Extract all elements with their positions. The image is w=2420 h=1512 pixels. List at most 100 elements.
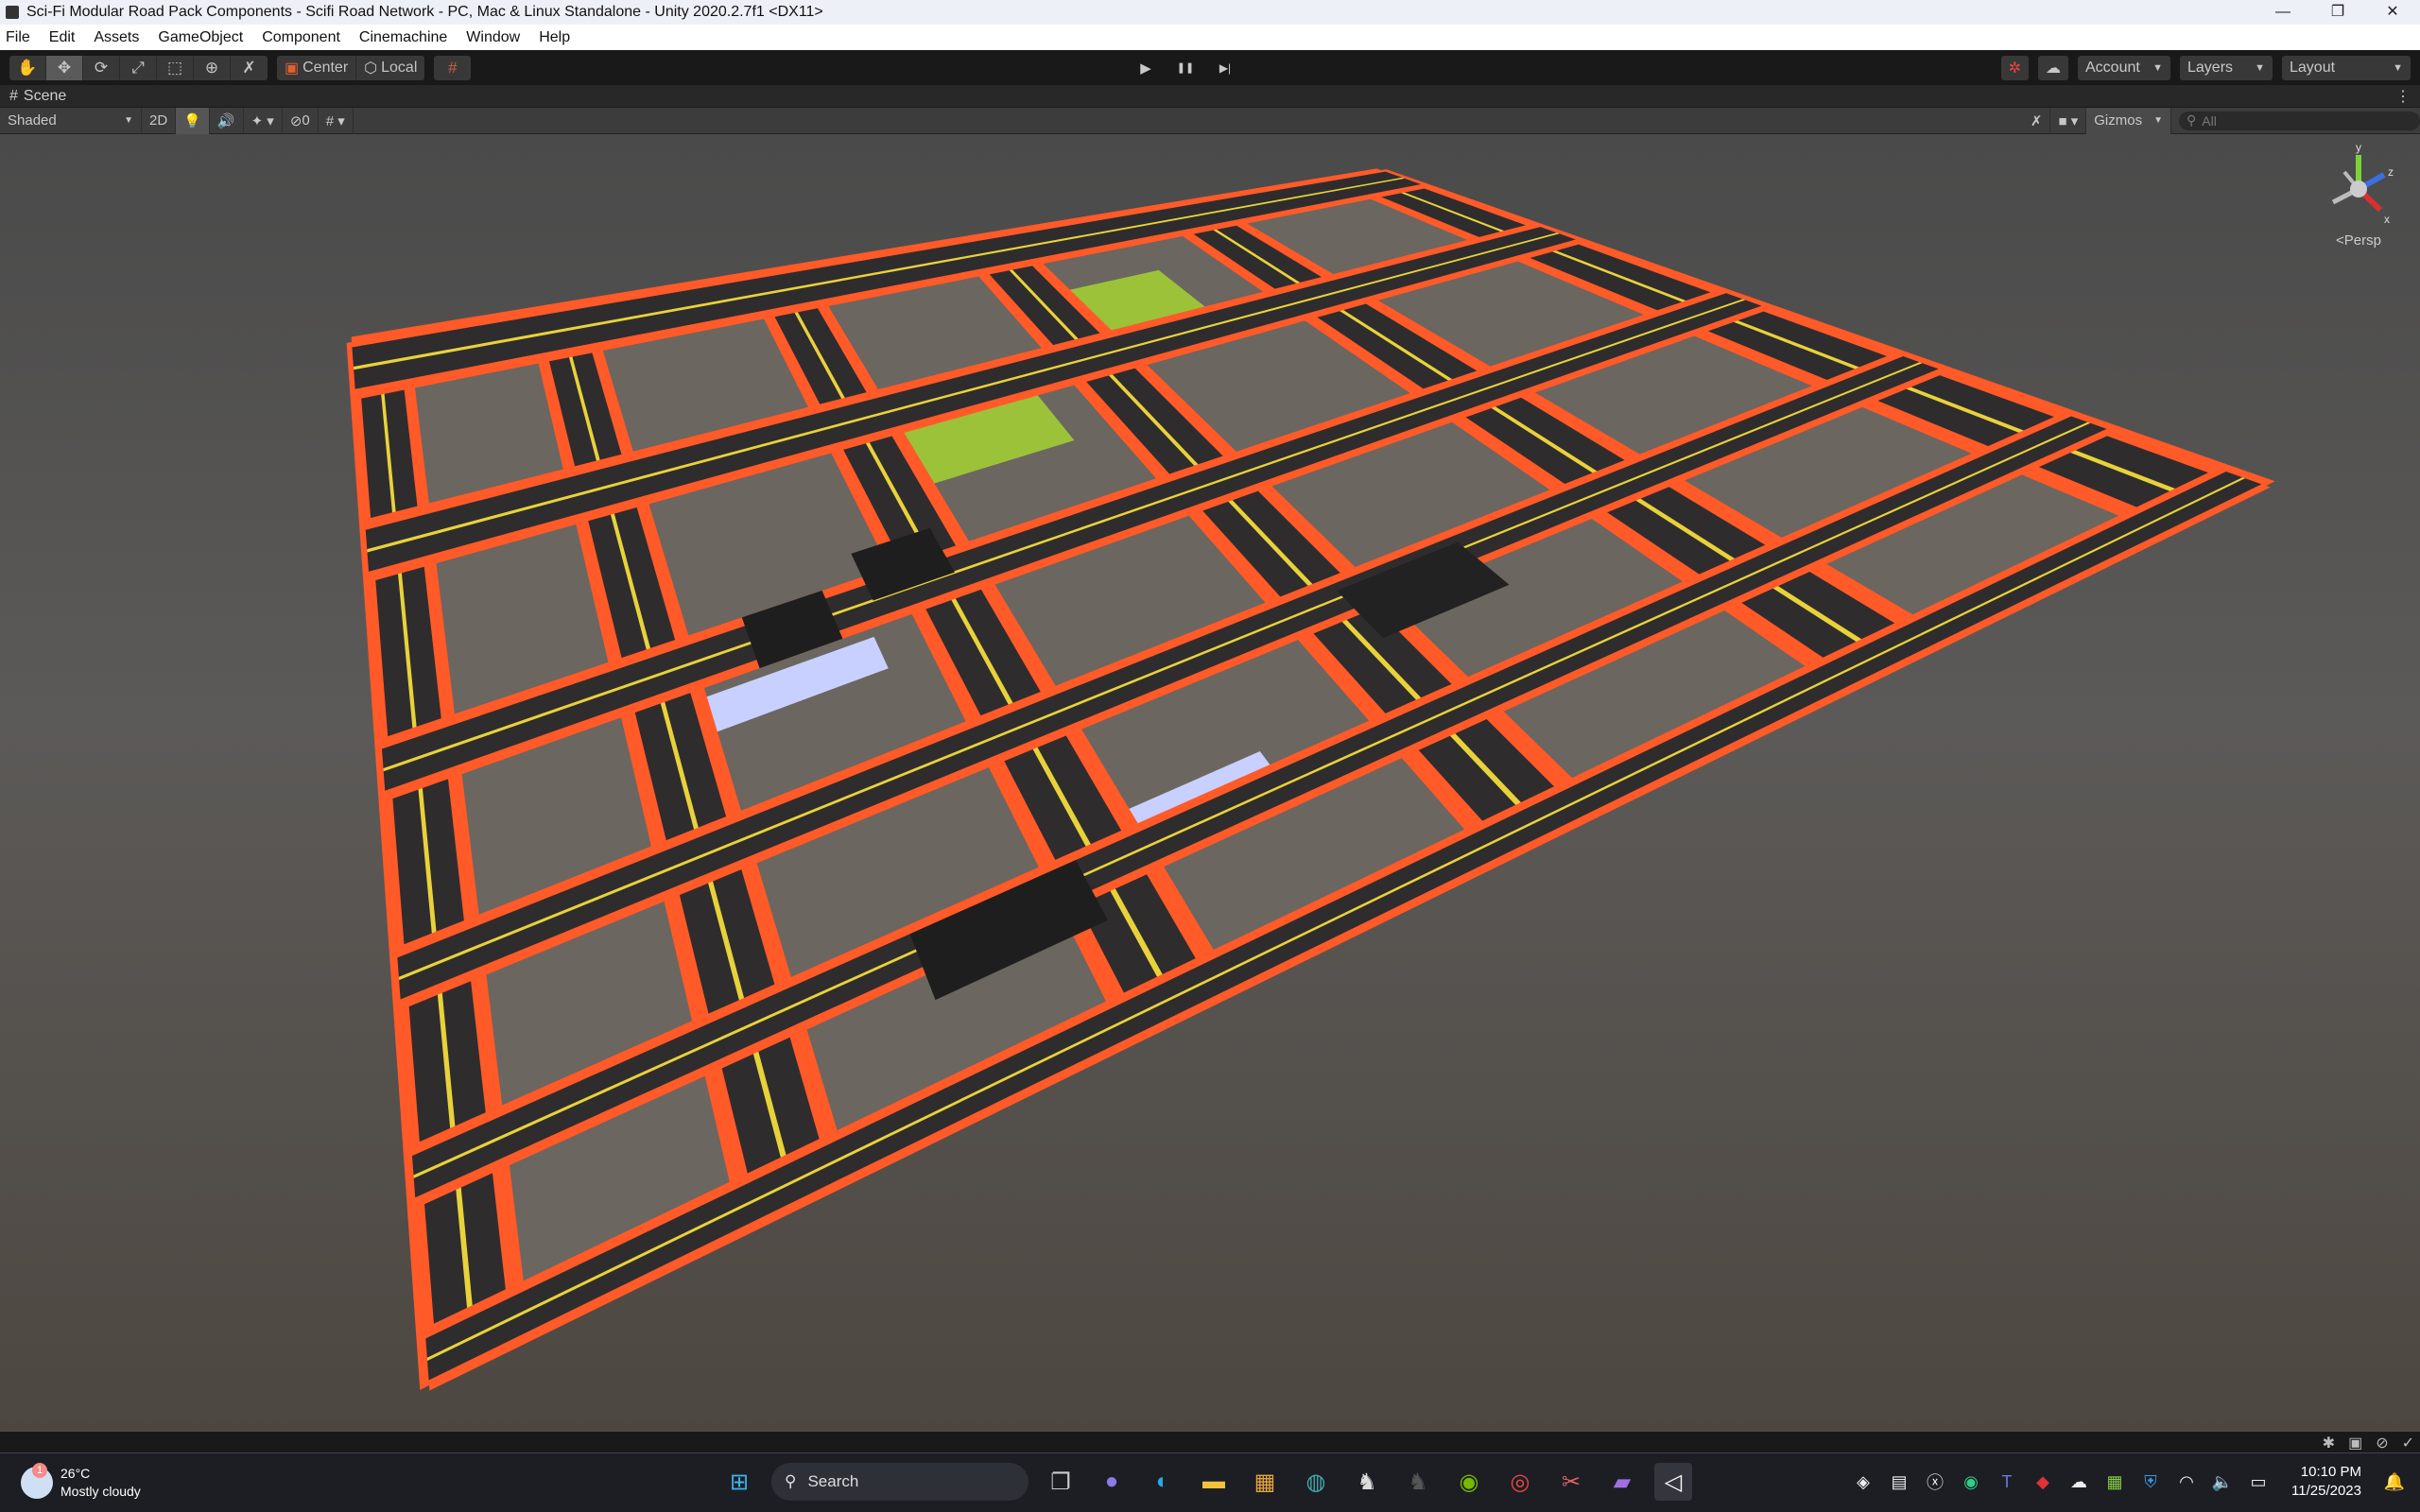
play-button[interactable]: ▶ — [1128, 56, 1164, 80]
scene-tab-label: Scene — [23, 87, 67, 104]
camera-dropdown-icon[interactable]: ■ ▾ — [2050, 107, 2087, 134]
rotate-tool-icon[interactable]: ⟳ — [83, 55, 120, 80]
grid-toggle-icon[interactable]: # ▾ — [319, 107, 354, 134]
move-tool-icon[interactable]: ✥ — [46, 55, 83, 80]
pause-button[interactable]: ❚❚ — [1167, 56, 1203, 80]
menu-cinemachine[interactable]: Cinemachine — [359, 29, 447, 46]
unity-hub-tray-icon[interactable]: ◈ — [1851, 1472, 1876, 1492]
grid-snap-icon[interactable]: # — [434, 56, 471, 80]
title-bar: Sci-Fi Modular Road Pack Components - Sc… — [0, 0, 2420, 25]
axis-x-label: x — [2384, 213, 2390, 226]
collab-icon[interactable]: ✲ — [2000, 55, 2029, 80]
edge-icon[interactable]: ◐ — [1144, 1463, 1182, 1501]
hand-tool-icon[interactable]: ✋ — [9, 55, 46, 80]
wifi-icon[interactable]: ◠ — [2174, 1472, 2199, 1492]
hidden-count: 0 — [302, 112, 310, 129]
unity-taskbar-icon[interactable]: ◁ — [1654, 1463, 1692, 1501]
alien-dark-icon[interactable]: ♞ — [1399, 1463, 1437, 1501]
chrome-icon[interactable]: ◎ — [1501, 1463, 1539, 1501]
notification-bell-icon[interactable]: 🔔 — [2382, 1472, 2407, 1492]
tools-icon[interactable]: ✗ — [2023, 107, 2051, 134]
account-label: Account — [2085, 59, 2140, 76]
taskbar-search-label: Search — [807, 1472, 859, 1490]
layout-dropdown[interactable]: Layout ▼ — [2282, 55, 2411, 80]
battery-icon[interactable]: ▭ — [2246, 1472, 2271, 1492]
scene-viewport[interactable]: y z x <Persp — [0, 134, 2420, 1432]
minimize-button[interactable]: — — [2256, 0, 2310, 25]
menu-gameobject[interactable]: GameObject — [158, 29, 243, 46]
2d-toggle[interactable]: 2D — [142, 107, 177, 134]
bug-icon[interactable]: ✱ — [2323, 1434, 2335, 1452]
step-button[interactable]: ▶| — [1207, 56, 1243, 80]
menu-help[interactable]: Help — [539, 29, 570, 46]
search-icon: ⚲ — [2187, 112, 2197, 128]
axis-gizmo-icon: y z x — [2331, 141, 2394, 226]
menu-bar: File Edit Assets GameObject Component Ci… — [0, 25, 2420, 50]
playmode-controls: ▶ ❚❚ ▶| — [1128, 50, 1243, 85]
gizmos-label: Gizmos — [2094, 112, 2143, 129]
hidden-objects-toggle[interactable]: ⊘ 0 — [283, 107, 319, 134]
gizmos-dropdown[interactable]: Gizmos ▼ — [2086, 107, 2171, 134]
teams-icon[interactable]: T — [1995, 1472, 2019, 1492]
pivot-local-toggle[interactable]: ⬡ Local — [356, 56, 424, 80]
browser-app-icon[interactable]: ◍ — [1297, 1463, 1335, 1501]
teams-chat-icon[interactable]: ● — [1093, 1463, 1131, 1501]
pivot-center-toggle[interactable]: ▣ Center — [277, 55, 357, 80]
layers-dropdown[interactable]: Layers ▼ — [2180, 55, 2273, 80]
volume-icon[interactable]: 🔈 — [2210, 1472, 2235, 1492]
lighting-toggle-icon[interactable]: 💡 — [176, 107, 210, 134]
temperature: 26°C — [60, 1466, 91, 1481]
scene-search-input[interactable]: ⚲ All — [2179, 111, 2420, 130]
menu-file[interactable]: File — [6, 29, 30, 46]
unity-app-icon — [6, 6, 19, 19]
xbox-icon[interactable]: ⓧ — [1923, 1469, 1947, 1494]
store-icon[interactable]: ▦ — [1246, 1463, 1284, 1501]
menu-edit[interactable]: Edit — [49, 29, 76, 46]
audio-toggle-icon[interactable]: 🔊 — [210, 107, 244, 134]
weather-widget[interactable]: 1 26°C Mostly cloudy — [21, 1463, 141, 1501]
check-icon[interactable]: ✓ — [2402, 1434, 2414, 1452]
onedrive-icon[interactable]: ☁ — [2066, 1472, 2091, 1492]
shading-label: Shaded — [8, 112, 57, 129]
custom-tool-icon[interactable]: ✗ — [231, 56, 268, 80]
layers-label: Layers — [2187, 59, 2234, 76]
cloud-weather-icon: 1 — [21, 1463, 53, 1499]
road-network-scene — [346, 168, 2275, 1391]
pivot-label: Center — [302, 59, 349, 76]
restore-button[interactable]: ❐ — [2310, 0, 2365, 25]
cloud-icon[interactable]: ☁ — [2038, 55, 2068, 80]
snipping-tool-icon[interactable]: ✂ — [1552, 1463, 1590, 1501]
time: 10:10 PM — [2300, 1464, 2361, 1480]
progress-icon[interactable]: ▣ — [2348, 1434, 2362, 1452]
start-windows-icon[interactable]: ⊞ — [720, 1463, 758, 1501]
account-dropdown[interactable]: Account ▼ — [2078, 55, 2170, 80]
more-options-icon[interactable]: ⋮ — [2395, 87, 2411, 106]
transform-tool-icon[interactable]: ⊕ — [194, 55, 231, 80]
menu-assets[interactable]: Assets — [94, 29, 139, 46]
clock[interactable]: 10:10 PM 11/25/2023 — [2291, 1463, 2361, 1501]
axis-z-label: z — [2388, 165, 2394, 179]
clipchamp-icon[interactable]: ▰ — [1603, 1463, 1641, 1501]
epic-games-icon[interactable]: ▤ — [1887, 1472, 1911, 1492]
green-app-icon[interactable]: ◉ — [1959, 1472, 1983, 1492]
auto-gen-lighting-icon[interactable]: ⊘ — [2376, 1434, 2388, 1452]
projection-label[interactable]: <Persp — [2316, 232, 2401, 249]
effects-dropdown-icon[interactable]: ✦ ▾ — [244, 107, 283, 134]
scene-tab[interactable]: # Scene ⋮ — [0, 85, 2420, 108]
defender-warning-icon[interactable]: ⛨ — [2138, 1472, 2163, 1492]
menu-window[interactable]: Window — [466, 29, 520, 46]
scale-tool-icon[interactable]: ⤢ — [120, 55, 157, 80]
nvidia-icon[interactable]: ◉ — [1450, 1463, 1488, 1501]
alienware-icon[interactable]: ♞ — [1348, 1463, 1386, 1501]
orientation-gizmo[interactable]: y z x <Persp — [2316, 141, 2401, 257]
close-button[interactable]: ✕ — [2365, 0, 2420, 25]
shading-mode-dropdown[interactable]: Shaded ▼ — [0, 107, 142, 134]
menu-component[interactable]: Component — [262, 29, 340, 46]
taskbar-search[interactable]: ⚲ Search — [771, 1463, 1028, 1501]
mcafee-icon[interactable]: ◆ — [2031, 1472, 2055, 1492]
task-view-icon[interactable]: ❐ — [1042, 1463, 1080, 1501]
file-explorer-icon[interactable]: ▬ — [1195, 1463, 1233, 1501]
rect-tool-icon[interactable]: ⬚ — [157, 55, 194, 80]
axis-y-label: y — [2356, 144, 2361, 154]
gpu-app-icon[interactable]: ▦ — [2102, 1472, 2127, 1492]
